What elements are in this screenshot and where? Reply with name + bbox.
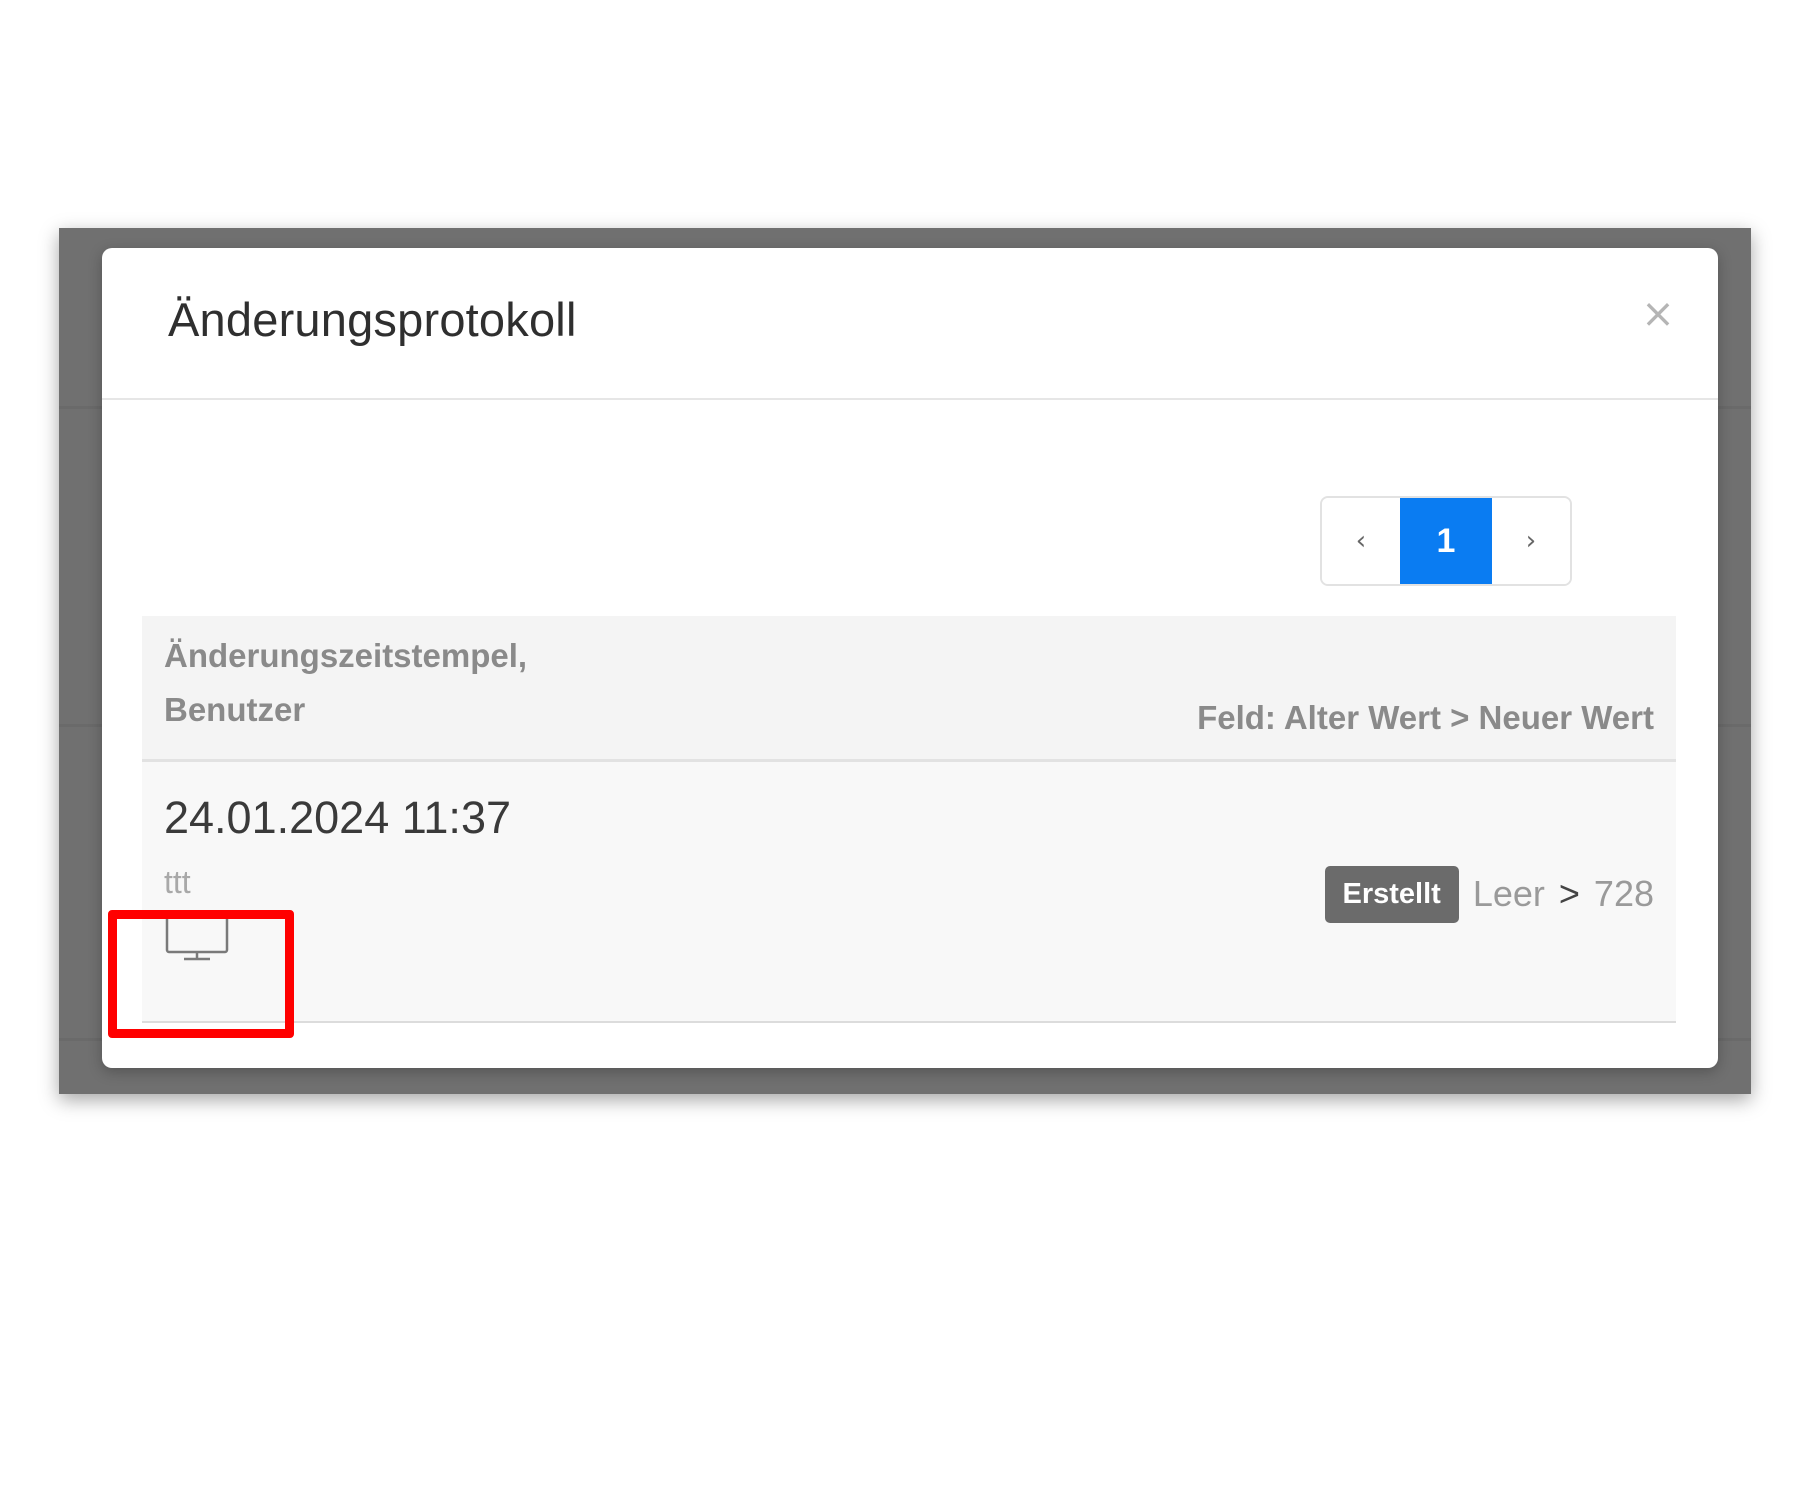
column-header-timestamp: Änderungszeitstempel,: [164, 636, 528, 674]
status-badge: Erstellt: [1324, 865, 1459, 923]
old-value: Leer: [1472, 873, 1545, 914]
close-button[interactable]: ×: [1638, 294, 1678, 334]
highlight-box: [108, 910, 294, 1038]
change-log-table: Änderungszeitstempel, Benutzer Feld: Alt…: [142, 616, 1676, 1023]
modal-title: Änderungsprotokoll: [168, 293, 577, 346]
change-log-modal: Änderungsprotokoll × ‹ 1 › Änderungszeit…: [102, 248, 1718, 1068]
change-description: Erstellt Leer > 728: [1324, 865, 1654, 923]
row-user: ttt: [164, 863, 191, 900]
table-header-row: Änderungszeitstempel, Benutzer Feld: Alt…: [142, 616, 1676, 762]
pagination-prev-button[interactable]: ‹: [1322, 498, 1400, 584]
pagination-next-button[interactable]: ›: [1492, 498, 1570, 584]
change-arrow: >: [1558, 873, 1580, 914]
page: Änderungsprotokoll × ‹ 1 › Änderungszeit…: [0, 0, 1800, 1500]
column-header-user: Benutzer: [164, 690, 306, 728]
row-timestamp: 24.01.2024 11:37: [164, 791, 511, 843]
modal-header: Änderungsprotokoll ×: [102, 248, 1718, 400]
table-row: 24.01.2024 11:37 ttt Erstellt Leer > 728: [142, 760, 1676, 1023]
cell-change: Erstellt Leer > 728: [829, 760, 1676, 1023]
pagination-page-button[interactable]: 1: [1400, 498, 1492, 584]
new-value: 728: [1593, 873, 1654, 914]
column-header-timestamp-user: Änderungszeitstempel, Benutzer: [142, 616, 830, 762]
modal-body: ‹ 1 › Änderungszeitstempel, Benutzer Fel…: [102, 400, 1718, 1066]
column-header-change: Feld: Alter Wert > Neuer Wert: [829, 616, 1676, 762]
pagination: ‹ 1 ›: [1320, 496, 1572, 586]
